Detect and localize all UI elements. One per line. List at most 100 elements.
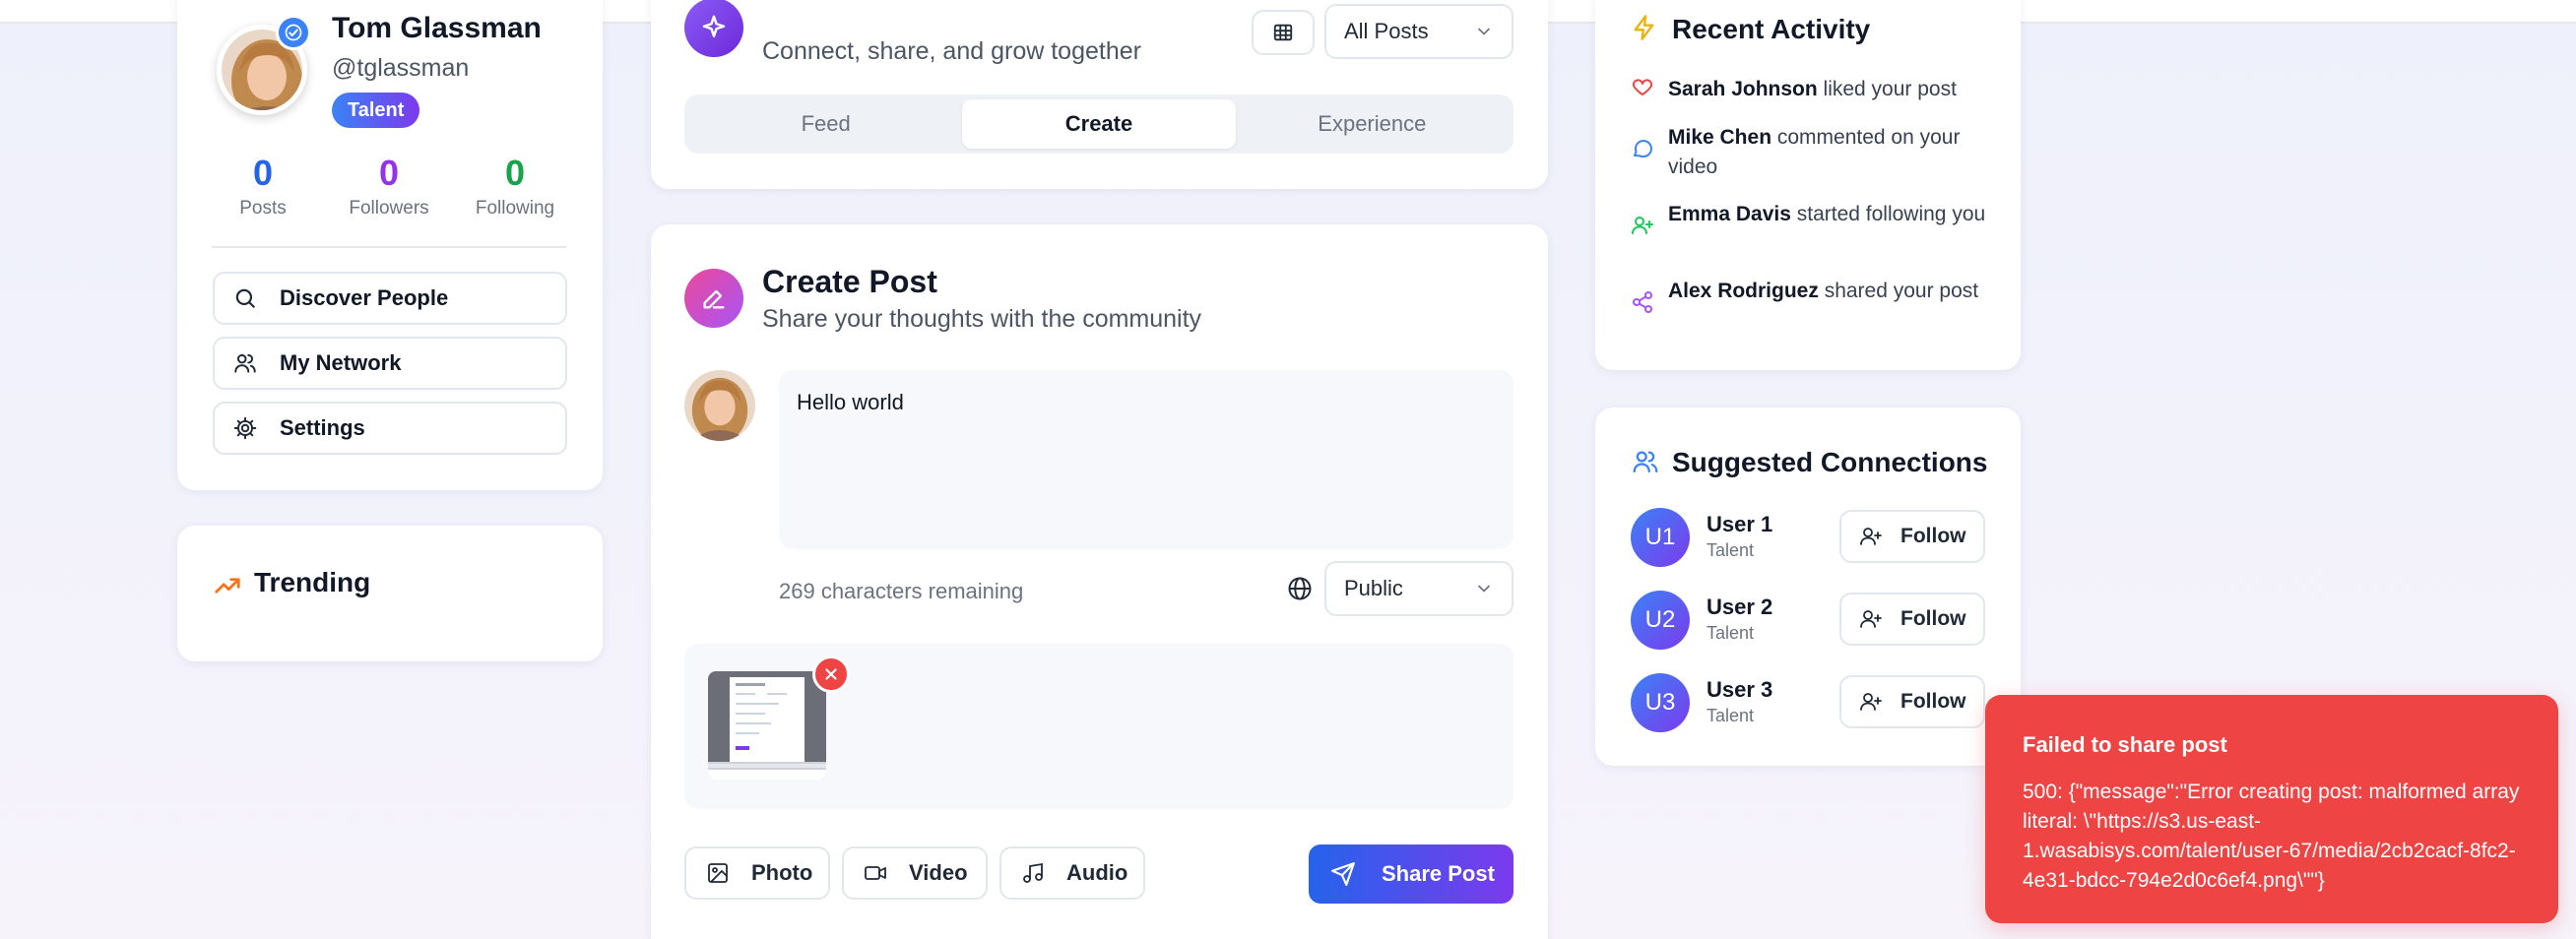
role-badge: Talent bbox=[332, 93, 420, 128]
search-icon bbox=[232, 285, 258, 311]
user-role: Talent bbox=[1707, 706, 1755, 725]
media-attachments bbox=[684, 644, 1513, 809]
grid-view-button[interactable] bbox=[1252, 10, 1315, 55]
my-network-label: My Network bbox=[280, 350, 402, 375]
recent-activity-title: Recent Activity bbox=[1672, 14, 1871, 44]
user-plus-icon bbox=[1859, 607, 1883, 631]
share-post-button[interactable]: Share Post bbox=[1309, 845, 1513, 904]
visibility-select[interactable]: Public bbox=[1324, 561, 1513, 616]
tab-create[interactable]: Create bbox=[962, 99, 1236, 149]
music-icon bbox=[1021, 861, 1045, 885]
activity-user: Emma Davis bbox=[1668, 203, 1791, 225]
verified-check-icon bbox=[276, 15, 311, 50]
sparkle-icon bbox=[684, 0, 743, 57]
visibility-value: Public bbox=[1344, 576, 1403, 600]
discover-people-button[interactable]: Discover People bbox=[213, 272, 567, 325]
my-network-button[interactable]: My Network bbox=[213, 337, 567, 390]
profile-name: Tom Glassman bbox=[332, 12, 542, 44]
stat-posts: 0 Posts bbox=[204, 153, 322, 219]
user-avatar[interactable]: U2 bbox=[1631, 591, 1690, 650]
lightning-icon bbox=[1631, 14, 1658, 41]
tab-feed[interactable]: Feed bbox=[689, 99, 962, 149]
stat-following-label: Following bbox=[475, 198, 555, 219]
discover-people-label: Discover People bbox=[280, 285, 449, 310]
follow-label: Follow bbox=[1900, 607, 1966, 630]
comment-icon bbox=[1631, 137, 1654, 160]
follow-button[interactable]: Follow bbox=[1839, 675, 1985, 728]
post-filter-select[interactable]: All Posts bbox=[1324, 4, 1513, 59]
stat-followers-label: Followers bbox=[349, 198, 429, 219]
feed-header-card: Connect, share, and grow together All Po… bbox=[651, 0, 1548, 189]
add-video-button[interactable]: Video bbox=[842, 846, 988, 900]
user-plus-icon bbox=[1859, 525, 1883, 548]
characters-remaining: 269 characters remaining bbox=[779, 579, 1024, 603]
post-filter-value: All Posts bbox=[1344, 19, 1429, 43]
settings-button[interactable]: Settings bbox=[213, 402, 567, 455]
create-post-title: Create Post bbox=[762, 264, 937, 299]
follow-button[interactable]: Follow bbox=[1839, 593, 1985, 646]
activity-action: shared your post bbox=[1818, 280, 1979, 302]
suggested-connections-title: Suggested Connections bbox=[1672, 447, 1988, 477]
video-icon bbox=[864, 861, 887, 885]
add-audio-button[interactable]: Audio bbox=[999, 846, 1145, 900]
profile-card: Tom Glassman @tglassman Talent 0 Posts 0… bbox=[177, 0, 603, 490]
share-post-label: Share Post bbox=[1382, 861, 1495, 886]
author-avatar bbox=[684, 370, 755, 441]
activity-item[interactable]: Mike Chen commented on your video bbox=[1631, 123, 1995, 182]
image-icon bbox=[706, 861, 730, 885]
recent-activity-card: Recent Activity Sarah Johnson liked your… bbox=[1595, 0, 2021, 370]
trending-up-icon bbox=[213, 571, 242, 600]
stat-following-value: 0 bbox=[504, 153, 526, 193]
settings-label: Settings bbox=[280, 415, 365, 440]
activity-user: Mike Chen bbox=[1668, 126, 1772, 149]
tab-experience[interactable]: Experience bbox=[1236, 99, 1509, 149]
attachment-thumbnail[interactable] bbox=[708, 671, 826, 780]
stat-followers: 0 Followers bbox=[330, 153, 448, 219]
heart-icon bbox=[1631, 75, 1654, 98]
user-name[interactable]: User 2 bbox=[1707, 595, 1772, 620]
audio-label: Audio bbox=[1066, 860, 1128, 885]
error-toast[interactable]: Failed to share post 500: {"message":"Er… bbox=[1985, 695, 2558, 923]
activity-user: Sarah Johnson bbox=[1668, 78, 1818, 100]
user-plus-icon bbox=[1631, 214, 1654, 237]
follow-label: Follow bbox=[1900, 525, 1966, 547]
stat-posts-label: Posts bbox=[239, 198, 287, 219]
follow-label: Follow bbox=[1900, 690, 1966, 713]
user-name[interactable]: User 3 bbox=[1707, 677, 1772, 703]
chevron-down-icon bbox=[1474, 22, 1494, 41]
activity-action: started following you bbox=[1790, 203, 1986, 225]
user-role: Talent bbox=[1707, 623, 1755, 643]
user-avatar[interactable]: U1 bbox=[1631, 508, 1690, 567]
create-post-card: Create Post Share your thoughts with the… bbox=[651, 224, 1548, 939]
activity-item[interactable]: Alex Rodriguez shared your post bbox=[1631, 277, 1995, 314]
toast-title: Failed to share post bbox=[2023, 732, 2227, 757]
stat-following: 0 Following bbox=[456, 153, 574, 219]
user-avatar[interactable]: U3 bbox=[1631, 673, 1690, 732]
photo-label: Photo bbox=[751, 860, 813, 885]
create-post-subtitle: Share your thoughts with the community bbox=[762, 305, 1202, 333]
add-photo-button[interactable]: Photo bbox=[684, 846, 830, 900]
activity-item[interactable]: Sarah Johnson liked your post bbox=[1631, 75, 1995, 104]
user-name[interactable]: User 1 bbox=[1707, 512, 1772, 537]
suggestion-row: U3 User 3 Talent Follow bbox=[1631, 673, 1985, 736]
toast-message: 500: {"message":"Error creating post: ma… bbox=[2023, 781, 2520, 892]
video-label: Video bbox=[909, 860, 968, 885]
gear-icon bbox=[232, 415, 258, 441]
send-icon bbox=[1330, 861, 1356, 887]
remove-attachment-button[interactable] bbox=[812, 656, 850, 693]
feed-tagline: Connect, share, and grow together bbox=[762, 37, 1141, 65]
suggestion-row: U1 User 1 Talent Follow bbox=[1631, 508, 1985, 571]
user-plus-icon bbox=[1859, 690, 1883, 714]
globe-icon bbox=[1286, 575, 1314, 602]
trending-title: Trending bbox=[254, 567, 371, 597]
follow-button[interactable]: Follow bbox=[1839, 510, 1985, 563]
profile-handle: @tglassman bbox=[332, 54, 470, 82]
close-icon bbox=[822, 665, 840, 683]
suggested-connections-card: Suggested Connections U1 User 1 Talent F… bbox=[1595, 407, 2021, 766]
activity-item[interactable]: Emma Davis started following you bbox=[1631, 200, 1995, 237]
feed-tabs: Feed Create Experience bbox=[684, 94, 1513, 154]
user-role: Talent bbox=[1707, 540, 1755, 560]
stat-followers-value: 0 bbox=[378, 153, 400, 193]
post-content-textarea[interactable]: Hello world bbox=[779, 370, 1513, 549]
grid-icon bbox=[1272, 22, 1294, 43]
